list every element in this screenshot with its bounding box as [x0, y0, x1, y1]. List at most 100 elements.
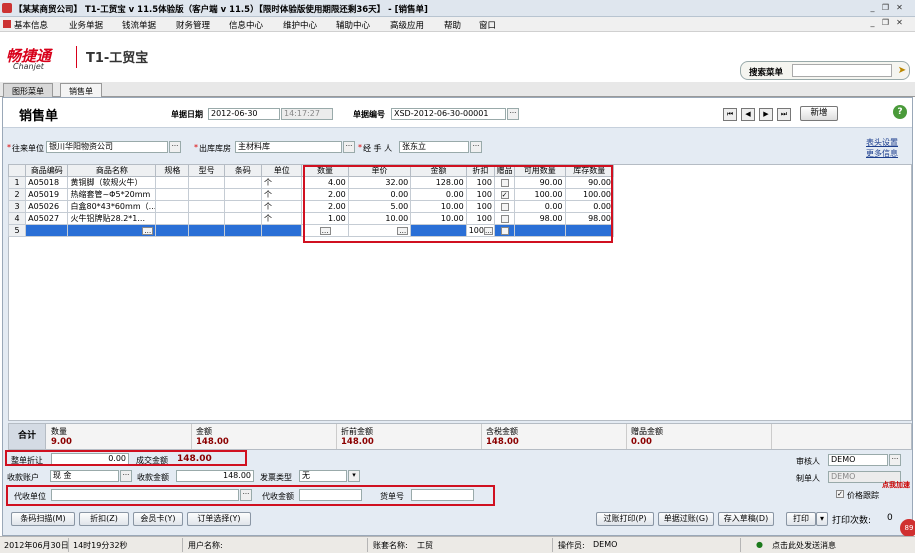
- cell-barcode[interactable]: [223, 176, 263, 189]
- handler-picker-button[interactable]: ···: [470, 141, 482, 153]
- cell-spec[interactable]: [155, 176, 190, 189]
- cell-name[interactable]: 热缩套管~Φ5*20mm: [67, 188, 157, 201]
- cell-name[interactable]: …: [67, 224, 157, 237]
- last-record-icon[interactable]: ⏭: [777, 108, 791, 121]
- cell-unit[interactable]: 个: [261, 212, 303, 225]
- minimize-icon[interactable]: _: [867, 3, 878, 13]
- new-button[interactable]: 新增: [800, 106, 838, 121]
- warehouse-field[interactable]: 主材料库: [235, 141, 342, 153]
- menu-maintenance[interactable]: 维护中心: [283, 19, 317, 31]
- menu-finance[interactable]: 财务管理: [176, 19, 210, 31]
- member-card-button[interactable]: 会员卡(Y): [133, 512, 183, 526]
- required-mark: *: [358, 143, 362, 152]
- cell-model[interactable]: [188, 188, 225, 201]
- cell-name[interactable]: 白盒80*43*60mm（...: [67, 200, 157, 213]
- menu-cash-docs[interactable]: 钱流单据: [122, 19, 156, 31]
- save-draft-button[interactable]: 存入草稿(D): [718, 512, 774, 526]
- account-field[interactable]: 现 金: [50, 470, 119, 482]
- cell-spec[interactable]: [155, 212, 190, 225]
- send-message-link[interactable]: 点击此处发送消息: [772, 540, 836, 551]
- help-icon[interactable]: ?: [893, 105, 907, 119]
- customer-field[interactable]: 银川华阳物资公司: [46, 141, 168, 153]
- restore-icon[interactable]: ❐: [880, 3, 891, 13]
- menu-advanced[interactable]: 高级应用: [390, 19, 424, 31]
- print-menu-chevron-icon[interactable]: ▾: [816, 512, 828, 526]
- cell-barcode[interactable]: [223, 212, 263, 225]
- barcode-scan-button[interactable]: 条码扫描(M): [11, 512, 75, 526]
- cell-spec[interactable]: [155, 224, 190, 237]
- cell-name[interactable]: 黄铜脚（软规火牛）: [67, 176, 157, 189]
- search-go-icon[interactable]: ➤: [896, 64, 908, 77]
- menu-business-docs[interactable]: 业务单据: [69, 19, 103, 31]
- cell-unit[interactable]: [261, 224, 303, 237]
- print-count-value: 0: [887, 513, 893, 523]
- print-button[interactable]: 打印: [786, 512, 816, 526]
- header-settings-link[interactable]: 表头设置: [866, 137, 898, 148]
- post-print-button[interactable]: 过账打印(P): [596, 512, 654, 526]
- col-barcode[interactable]: 条码: [223, 164, 263, 177]
- next-record-icon[interactable]: ▶: [759, 108, 773, 121]
- cell-spec[interactable]: [155, 200, 190, 213]
- chevron-down-icon[interactable]: ▾: [348, 470, 360, 482]
- more-info-link[interactable]: 更多信息: [866, 148, 898, 159]
- cell-code[interactable]: A05027: [25, 212, 69, 225]
- mdi-minimize-icon[interactable]: _: [867, 18, 878, 28]
- col-spec[interactable]: 规格: [155, 164, 190, 177]
- cell-model[interactable]: [188, 176, 225, 189]
- account-picker-button[interactable]: ···: [120, 470, 132, 482]
- cell-code[interactable]: [25, 224, 69, 237]
- menu-window[interactable]: 窗口: [479, 19, 496, 31]
- first-record-icon[interactable]: ⏮: [723, 108, 737, 121]
- total-qty: 数量 9.00: [47, 424, 192, 449]
- discount-button[interactable]: 折扣(Z): [79, 512, 129, 526]
- cell-spec[interactable]: [155, 188, 190, 201]
- search-menu-input[interactable]: [792, 64, 892, 77]
- mdi-restore-icon[interactable]: ❐: [880, 18, 891, 28]
- prev-record-icon[interactable]: ◀: [741, 108, 755, 121]
- cell-model[interactable]: [188, 200, 225, 213]
- cell-barcode[interactable]: [223, 200, 263, 213]
- tab-sales-order[interactable]: 销售单: [60, 83, 102, 97]
- col-model[interactable]: 型号: [188, 164, 225, 177]
- doc-no-picker-button[interactable]: ···: [507, 108, 519, 120]
- tab-graphic-menu[interactable]: 图形菜单: [3, 83, 53, 97]
- cell-barcode[interactable]: [223, 224, 263, 237]
- warehouse-picker-button[interactable]: ···: [343, 141, 355, 153]
- customer-picker-button[interactable]: ···: [169, 141, 181, 153]
- speedup-label[interactable]: 点我加速: [882, 480, 910, 490]
- name-picker-button[interactable]: …: [142, 226, 154, 235]
- cell-unit[interactable]: 个: [261, 200, 303, 213]
- cell-barcode[interactable]: [223, 188, 263, 201]
- col-name[interactable]: 商品名称: [67, 164, 157, 177]
- notification-badge[interactable]: 89: [900, 519, 915, 537]
- time-field[interactable]: 14:17:27: [281, 108, 333, 120]
- cell-code[interactable]: A05026: [25, 200, 69, 213]
- cell-code[interactable]: A05018: [25, 176, 69, 189]
- sales-order-form: 销售单 单据日期 2012-06-30 14:17:27 单据编号 XSD-20…: [2, 97, 913, 536]
- date-field[interactable]: 2012-06-30: [208, 108, 280, 120]
- cell-model[interactable]: [188, 224, 225, 237]
- menu-info-center[interactable]: 信息中心: [229, 19, 263, 31]
- cell-unit[interactable]: 个: [261, 188, 303, 201]
- close-icon[interactable]: ✕: [894, 3, 905, 13]
- post-button[interactable]: 单据过账(G): [658, 512, 714, 526]
- col-code[interactable]: 商品编码: [25, 164, 69, 177]
- menu-help[interactable]: 帮助: [444, 19, 461, 31]
- cell-model[interactable]: [188, 212, 225, 225]
- handler-field[interactable]: 张东立: [399, 141, 469, 153]
- doc-no-field[interactable]: XSD-2012-06-30-00001: [391, 108, 506, 120]
- cell-code[interactable]: A05019: [25, 188, 69, 201]
- cell-unit[interactable]: 个: [261, 176, 303, 189]
- mdi-close-icon[interactable]: ✕: [894, 18, 905, 28]
- menu-basic-info[interactable]: 基本信息: [14, 19, 48, 31]
- auditor-field[interactable]: DEMO: [828, 454, 888, 466]
- message-icon[interactable]: ●: [756, 540, 763, 549]
- price-track-checkbox[interactable]: ✓: [836, 490, 844, 498]
- cell-name[interactable]: 火牛铝牌贴28.2*1...: [67, 212, 157, 225]
- col-unit[interactable]: 单位: [261, 164, 303, 177]
- menu-auxiliary[interactable]: 辅助中心: [336, 19, 370, 31]
- auditor-picker-button[interactable]: ···: [889, 454, 901, 466]
- collected-field[interactable]: 148.00: [176, 470, 254, 482]
- invoice-select[interactable]: 无: [299, 470, 347, 482]
- order-select-button[interactable]: 订单选择(Y): [187, 512, 251, 526]
